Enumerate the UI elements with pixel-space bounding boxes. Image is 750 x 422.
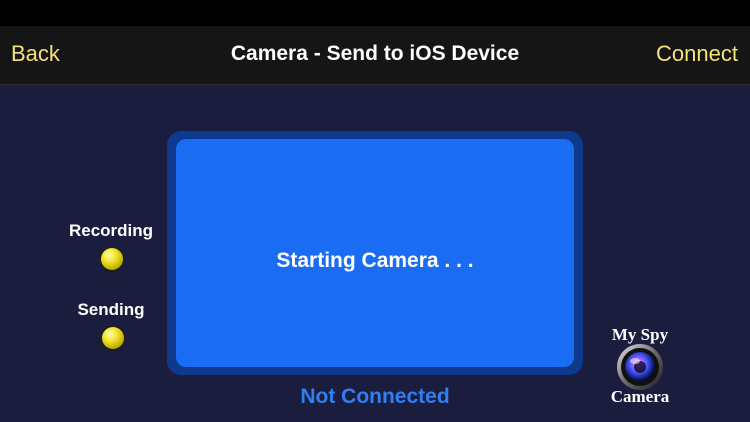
main-content: Recording Sending Starting Camera . . . …: [0, 85, 750, 422]
logo-text-bottom: Camera: [610, 387, 670, 406]
recording-label: Recording: [68, 221, 154, 240]
app-logo: My Spy Camera: [594, 323, 686, 407]
connect-button[interactable]: Connect: [656, 41, 738, 67]
camera-status-text: Starting Camera . . .: [276, 249, 474, 272]
sending-label: Sending: [77, 300, 145, 319]
sending-led-icon: [102, 327, 124, 349]
connection-status: Not Connected: [300, 385, 450, 408]
camera-preview-frame: Starting Camera . . .: [167, 131, 583, 375]
page-title: Camera - Send to iOS Device: [230, 42, 520, 65]
logo-text-top: My Spy: [611, 325, 669, 344]
status-bar: [0, 0, 750, 26]
camera-preview[interactable]: Starting Camera . . .: [176, 139, 574, 367]
camera-lens-icon: [617, 344, 663, 390]
navigation-bar: Back Camera - Send to iOS Device Connect: [0, 26, 750, 85]
recording-led-icon: [101, 248, 123, 270]
